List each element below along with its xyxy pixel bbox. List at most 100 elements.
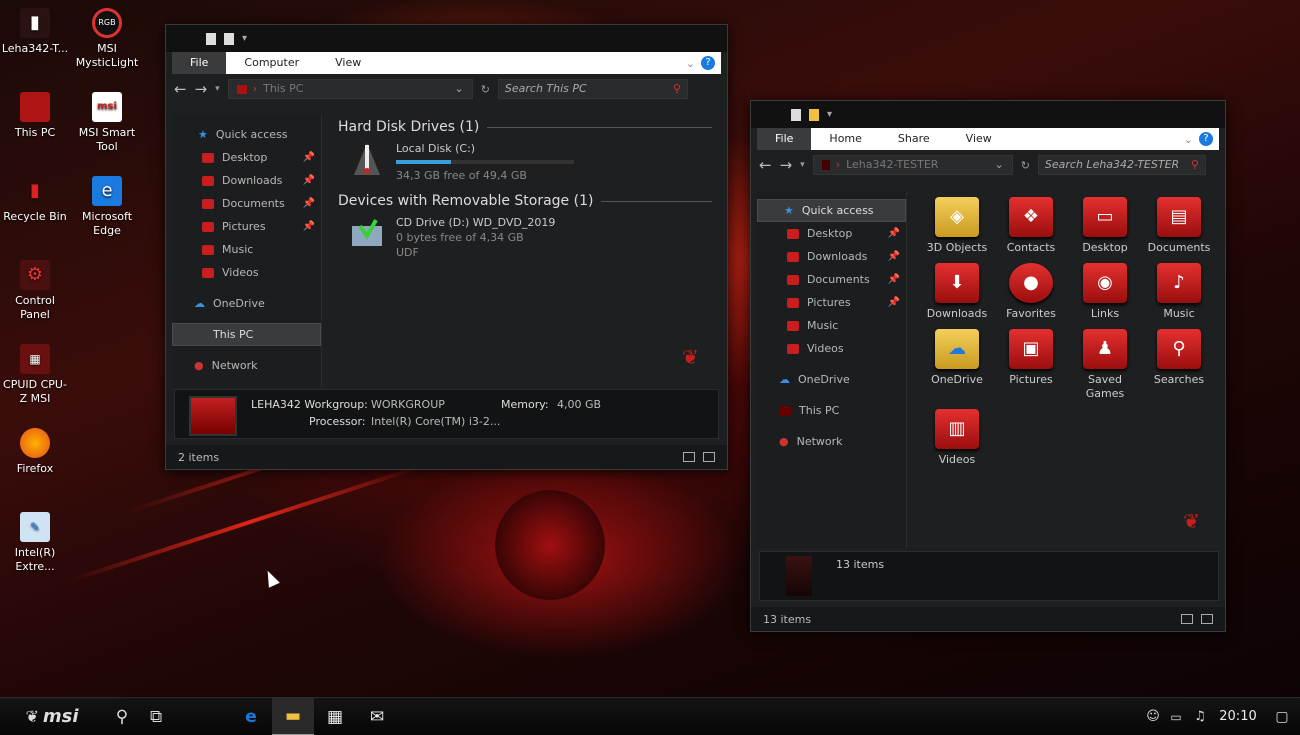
desktop-icon-intel[interactable]: ✎ Intel(R) Extre... [0,512,70,574]
file-explorer-icon[interactable]: ▬ [272,697,314,735]
volume-icon[interactable]: ♫ [1188,698,1212,735]
start-button[interactable]: ❦ msi [0,698,104,735]
people-icon[interactable]: ☺ [1142,698,1164,735]
nav-music[interactable]: Music [757,314,906,337]
grid-item-downloads[interactable]: ⬇ Downloads [921,263,993,321]
nav-downloads[interactable]: Downloads 📌 [172,169,321,192]
back-icon[interactable]: ← [174,80,187,98]
edge-icon[interactable]: e [230,698,272,735]
address-input[interactable]: › Leha342-TESTER ⌄ [812,155,1013,175]
grid-item-videos[interactable]: ▥ Videos [921,409,993,467]
nav-this-pc[interactable]: This PC [757,399,906,422]
address-dropdown-icon[interactable]: ⌄ [994,156,1003,174]
tab-share[interactable]: Share [880,128,948,150]
network-icon[interactable]: ▭ [1164,698,1188,735]
nav-network[interactable]: ● Network [757,430,906,453]
mail-icon[interactable]: ✉ [356,698,398,735]
nav-quick-access[interactable]: ★ Quick access [172,123,321,146]
help-icon[interactable]: ? [1199,132,1213,146]
tab-file[interactable]: File [757,128,812,150]
recent-locations-icon[interactable]: ▾ [215,84,220,94]
grid-item-onedrive[interactable]: ☁ OneDrive [921,329,993,387]
ribbon-expand-icon[interactable]: ⌄ [1184,133,1193,146]
desktop-icon-control-panel[interactable]: ⚙ Control Panel [0,260,70,322]
pin-icon[interactable]: 📌 [888,228,900,239]
grid-item-saved-games[interactable]: ♟ Saved Games [1069,329,1141,401]
pin-icon[interactable]: 📌 [303,198,315,209]
search-input[interactable]: Search Leha342-TESTER ⚲ [1037,155,1206,175]
back-icon[interactable]: ← [759,156,772,174]
pin-icon[interactable]: 📌 [888,297,900,308]
desktop-icon-mysticlight[interactable]: RGB MSI MysticLight [72,8,142,70]
nav-downloads[interactable]: Downloads 📌 [757,245,906,268]
search-input[interactable]: Search This PC ⚲ [497,79,688,99]
details-view-icon[interactable] [1181,614,1193,624]
task-view-icon[interactable]: ⧉ [140,698,230,735]
address-input[interactable]: › This PC ⌄ [227,79,473,99]
desktop-icon-user-folder[interactable]: ▮ Leha342-T... [0,8,70,56]
nav-videos[interactable]: Videos [172,261,321,284]
help-icon[interactable]: ? [701,56,715,70]
grid-item-3d-objects[interactable]: ◈ 3D Objects [921,197,993,255]
desktop-icon-msi-smart-tool[interactable]: msi MSI Smart Tool [72,92,142,154]
grid-item-music[interactable]: ♪ Music [1143,263,1215,321]
chevron-down-icon[interactable]: ▾ [827,109,832,120]
recent-locations-icon[interactable]: ▾ [800,160,805,170]
grid-item-searches[interactable]: ⚲ Searches [1143,329,1215,387]
pin-icon[interactable]: 📌 [888,251,900,262]
nav-videos[interactable]: Videos [757,337,906,360]
refresh-icon[interactable]: ↻ [481,83,490,96]
tab-file[interactable]: File [172,52,227,74]
desktop-icon-this-pc[interactable]: This PC [0,92,70,140]
new-folder-icon[interactable] [809,108,819,121]
tab-view[interactable]: View [948,128,1010,150]
notifications-icon[interactable]: ▢ [1264,698,1300,735]
desktop-icon-recycle-bin[interactable]: ▮ Recycle Bin [0,176,70,224]
grid-item-documents[interactable]: ▤ Documents [1143,197,1215,255]
clock[interactable]: 20:10 [1212,698,1264,735]
ribbon-expand-icon[interactable]: ⌄ [686,57,695,70]
grid-item-desktop[interactable]: ▭ Desktop [1069,197,1141,255]
large-icons-view-icon[interactable] [1201,614,1213,624]
nav-this-pc[interactable]: This PC [172,323,321,346]
nav-desktop[interactable]: Desktop 📌 [757,222,906,245]
nav-quick-access[interactable]: ★ Quick access [757,199,906,222]
store-icon[interactable]: ▦ [314,698,356,735]
grid-item-pictures[interactable]: ▣ Pictures [995,329,1067,387]
drive-cd[interactable]: CD Drive (D:) WD_DVD_2019 0 bytes free o… [350,215,720,260]
group-removable-storage[interactable]: Devices with Removable Storage (1) [338,193,712,209]
address-dropdown-icon[interactable]: ⌄ [454,80,463,98]
nav-documents[interactable]: Documents 📌 [757,268,906,291]
nav-desktop[interactable]: Desktop 📌 [172,146,321,169]
pin-icon[interactable]: 📌 [303,221,315,232]
search-icon[interactable]: ⚲ [104,698,140,735]
properties-icon[interactable] [791,108,801,121]
forward-icon[interactable]: → [195,80,208,98]
nav-onedrive[interactable]: ☁ OneDrive [757,368,906,391]
new-folder-icon[interactable] [224,32,234,45]
nav-network[interactable]: ● Network [172,354,321,377]
drive-local-disk[interactable]: Local Disk (C:) 34,3 GB free of 49,4 GB [350,141,720,183]
details-view-icon[interactable] [683,452,695,462]
chevron-down-icon[interactable]: ▾ [242,33,247,44]
large-icons-view-icon[interactable] [703,452,715,462]
desktop-icon-firefox[interactable]: Firefox [0,428,70,476]
pin-icon[interactable]: 📌 [888,274,900,285]
nav-pictures[interactable]: Pictures 📌 [172,215,321,238]
nav-music[interactable]: Music [172,238,321,261]
pin-icon[interactable]: 📌 [303,152,315,163]
grid-item-links[interactable]: ◉ Links [1069,263,1141,321]
nav-documents[interactable]: Documents 📌 [172,192,321,215]
grid-item-contacts[interactable]: ❖ Contacts [995,197,1067,255]
forward-icon[interactable]: → [780,156,793,174]
group-hard-disk-drives[interactable]: Hard Disk Drives (1) [338,119,712,135]
properties-icon[interactable] [206,32,216,45]
tab-computer[interactable]: Computer [226,52,317,74]
desktop-icon-cpuz[interactable]: ▦ CPUID CPU-Z MSI [0,344,70,406]
tab-home[interactable]: Home [811,128,879,150]
grid-item-favorites[interactable]: ● Favorites [995,263,1067,321]
nav-onedrive[interactable]: ☁ OneDrive [172,292,321,315]
pin-icon[interactable]: 📌 [303,175,315,186]
desktop-icon-edge[interactable]: e Microsoft Edge [72,176,142,238]
tab-view[interactable]: View [317,52,379,74]
